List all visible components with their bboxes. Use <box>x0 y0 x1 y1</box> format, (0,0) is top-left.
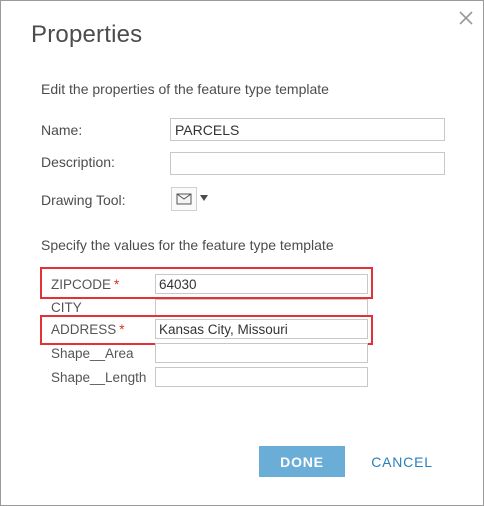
description-field[interactable] <box>170 152 445 175</box>
name-field[interactable] <box>170 118 445 141</box>
shape-area-field[interactable] <box>155 343 368 363</box>
required-marker: * <box>119 322 125 337</box>
zipcode-field[interactable] <box>155 274 368 294</box>
name-label: Name: <box>41 122 83 138</box>
drawing-tool-label: Drawing Tool: <box>41 192 126 208</box>
description-label: Description: <box>41 154 115 170</box>
shape-area-label: Shape__Area <box>51 346 134 361</box>
zipcode-label: ZIPCODE * <box>51 277 120 292</box>
shape-length-label: Shape__Length <box>51 370 147 385</box>
cancel-button[interactable]: CANCEL <box>361 446 443 477</box>
address-field[interactable] <box>155 319 368 339</box>
dialog-title: Properties <box>31 21 143 48</box>
polygon-icon <box>176 193 192 205</box>
close-icon[interactable] <box>457 9 475 27</box>
city-label: CITY <box>51 300 82 315</box>
intro-text: Edit the properties of the feature type … <box>41 81 329 97</box>
done-button[interactable]: DONE <box>259 446 345 477</box>
address-label: ADDRESS * <box>51 322 125 337</box>
values-intro-text: Specify the values for the feature type … <box>41 237 334 253</box>
caret-down-icon[interactable] <box>200 195 208 201</box>
required-marker: * <box>114 277 120 292</box>
properties-dialog: Properties Edit the properties of the fe… <box>0 0 484 506</box>
shape-length-field[interactable] <box>155 367 368 387</box>
drawing-tool-button[interactable] <box>171 187 197 211</box>
